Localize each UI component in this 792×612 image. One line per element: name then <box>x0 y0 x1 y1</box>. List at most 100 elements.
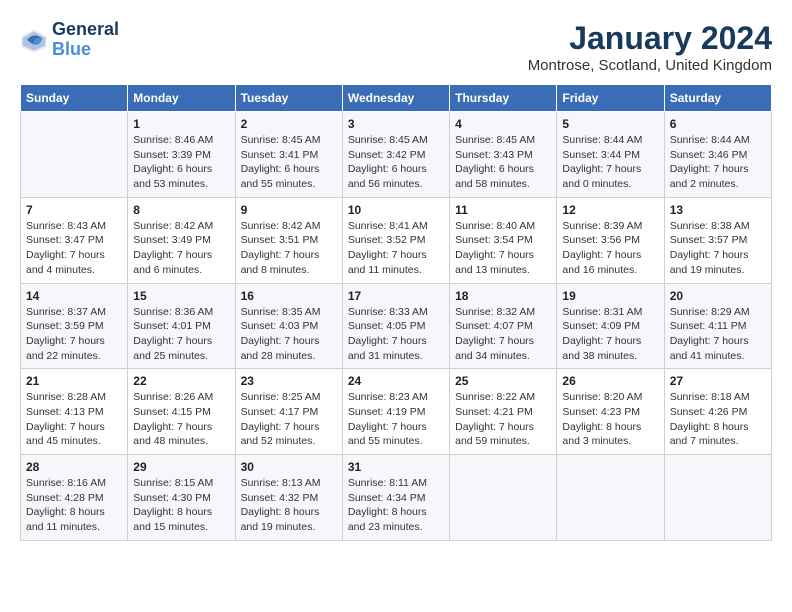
cell-text: Sunrise: 8:29 AMSunset: 4:11 PMDaylight:… <box>670 306 750 362</box>
calendar-cell: 15 Sunrise: 8:36 AMSunset: 4:01 PMDayligh… <box>128 283 235 369</box>
day-number: 31 <box>348 460 444 474</box>
cell-text: Sunrise: 8:13 AMSunset: 4:32 PMDaylight:… <box>241 477 321 533</box>
day-number: 22 <box>133 374 229 388</box>
logo: General Blue <box>20 20 119 60</box>
cell-text: Sunrise: 8:38 AMSunset: 3:57 PMDaylight:… <box>670 220 750 276</box>
location: Montrose, Scotland, United Kingdom <box>528 57 772 74</box>
day-number: 24 <box>348 374 444 388</box>
cell-text: Sunrise: 8:15 AMSunset: 4:30 PMDaylight:… <box>133 477 213 533</box>
cell-text: Sunrise: 8:46 AMSunset: 3:39 PMDaylight:… <box>133 134 213 190</box>
cell-text: Sunrise: 8:28 AMSunset: 4:13 PMDaylight:… <box>26 391 106 447</box>
day-number: 4 <box>455 117 551 131</box>
calendar-cell: 5Sunrise: 8:44 AMSunset: 3:44 PMDaylight… <box>557 112 664 198</box>
weekday-header-saturday: Saturday <box>664 85 771 112</box>
cell-text: Sunrise: 8:40 AMSunset: 3:54 PMDaylight:… <box>455 220 535 276</box>
calendar-cell: 26 Sunrise: 8:20 AMSunset: 4:23 PMDayligh… <box>557 369 664 455</box>
weekday-header-sunday: Sunday <box>21 85 128 112</box>
cell-text: Sunrise: 8:20 AMSunset: 4:23 PMDaylight:… <box>562 391 642 447</box>
calendar-cell: 17 Sunrise: 8:33 AMSunset: 4:05 PMDayligh… <box>342 283 449 369</box>
weekday-header-row: SundayMondayTuesdayWednesdayThursdayFrid… <box>21 85 772 112</box>
calendar-cell: 27 Sunrise: 8:18 AMSunset: 4:26 PMDayligh… <box>664 369 771 455</box>
cell-text: Sunrise: 8:33 AMSunset: 4:05 PMDaylight:… <box>348 306 428 362</box>
day-number: 10 <box>348 203 444 217</box>
day-number: 20 <box>670 289 766 303</box>
day-number: 25 <box>455 374 551 388</box>
calendar-cell: 31 Sunrise: 8:11 AMSunset: 4:34 PMDayligh… <box>342 455 449 541</box>
calendar-cell: 1 Sunrise: 8:46 AMSunset: 3:39 PMDaylight… <box>128 112 235 198</box>
day-number: 2 <box>241 117 337 131</box>
week-row-5: 28Sunrise: 8:16 AMSunset: 4:28 PMDayligh… <box>21 455 772 541</box>
week-row-4: 21 Sunrise: 8:28 AMSunset: 4:13 PMDayligh… <box>21 369 772 455</box>
cell-text: Sunrise: 8:31 AMSunset: 4:09 PMDaylight:… <box>562 306 642 362</box>
calendar-cell: 30Sunrise: 8:13 AMSunset: 4:32 PMDayligh… <box>235 455 342 541</box>
day-number: 8 <box>133 203 229 217</box>
weekday-header-monday: Monday <box>128 85 235 112</box>
calendar-cell: 11 Sunrise: 8:40 AMSunset: 3:54 PMDayligh… <box>450 197 557 283</box>
day-number: 21 <box>26 374 122 388</box>
calendar-table: SundayMondayTuesdayWednesdayThursdayFrid… <box>20 84 772 541</box>
weekday-header-wednesday: Wednesday <box>342 85 449 112</box>
cell-text: Sunrise: 8:42 AMSunset: 3:51 PMDaylight:… <box>241 220 321 276</box>
cell-text: Sunrise: 8:42 AMSunset: 3:49 PMDaylight:… <box>133 220 213 276</box>
calendar-cell: 16 Sunrise: 8:35 AMSunset: 4:03 PMDayligh… <box>235 283 342 369</box>
calendar-cell: 9 Sunrise: 8:42 AMSunset: 3:51 PMDaylight… <box>235 197 342 283</box>
calendar-cell: 7 Sunrise: 8:43 AMSunset: 3:47 PMDaylight… <box>21 197 128 283</box>
calendar-cell: 8 Sunrise: 8:42 AMSunset: 3:49 PMDaylight… <box>128 197 235 283</box>
calendar-cell: 18Sunrise: 8:32 AMSunset: 4:07 PMDayligh… <box>450 283 557 369</box>
week-row-3: 14 Sunrise: 8:37 AMSunset: 3:59 PMDayligh… <box>21 283 772 369</box>
logo-text: General Blue <box>52 20 119 60</box>
day-number: 7 <box>26 203 122 217</box>
day-number: 19 <box>562 289 658 303</box>
day-number: 17 <box>348 289 444 303</box>
cell-text: Sunrise: 8:37 AMSunset: 3:59 PMDaylight:… <box>26 306 106 362</box>
cell-text: Sunrise: 8:41 AMSunset: 3:52 PMDaylight:… <box>348 220 428 276</box>
day-number: 5 <box>562 117 658 131</box>
calendar-cell: 24 Sunrise: 8:23 AMSunset: 4:19 PMDayligh… <box>342 369 449 455</box>
cell-text: Sunrise: 8:22 AMSunset: 4:21 PMDaylight:… <box>455 391 535 447</box>
day-number: 9 <box>241 203 337 217</box>
day-number: 11 <box>455 203 551 217</box>
day-number: 27 <box>670 374 766 388</box>
calendar-cell: 29 Sunrise: 8:15 AMSunset: 4:30 PMDayligh… <box>128 455 235 541</box>
calendar-cell <box>557 455 664 541</box>
calendar-cell: 10 Sunrise: 8:41 AMSunset: 3:52 PMDayligh… <box>342 197 449 283</box>
day-number: 18 <box>455 289 551 303</box>
weekday-header-tuesday: Tuesday <box>235 85 342 112</box>
day-number: 6 <box>670 117 766 131</box>
calendar-cell <box>664 455 771 541</box>
weekday-header-thursday: Thursday <box>450 85 557 112</box>
day-number: 12 <box>562 203 658 217</box>
day-number: 15 <box>133 289 229 303</box>
cell-text: Sunrise: 8:23 AMSunset: 4:19 PMDaylight:… <box>348 391 428 447</box>
cell-text: Sunrise: 8:45 AMSunset: 3:42 PMDaylight:… <box>348 134 428 190</box>
page-header: General Blue January 2024 Montrose, Scot… <box>20 20 772 74</box>
day-number: 13 <box>670 203 766 217</box>
cell-text: Sunrise: 8:16 AMSunset: 4:28 PMDaylight:… <box>26 477 106 533</box>
cell-text: Sunrise: 8:36 AMSunset: 4:01 PMDaylight:… <box>133 306 213 362</box>
calendar-cell: 21 Sunrise: 8:28 AMSunset: 4:13 PMDayligh… <box>21 369 128 455</box>
cell-text: Sunrise: 8:35 AMSunset: 4:03 PMDaylight:… <box>241 306 321 362</box>
day-number: 26 <box>562 374 658 388</box>
cell-text: Sunrise: 8:43 AMSunset: 3:47 PMDaylight:… <box>26 220 106 276</box>
title-block: January 2024 Montrose, Scotland, United … <box>528 20 772 74</box>
day-number: 16 <box>241 289 337 303</box>
calendar-cell: 19 Sunrise: 8:31 AMSunset: 4:09 PMDayligh… <box>557 283 664 369</box>
cell-text: Sunrise: 8:45 AMSunset: 3:43 PMDaylight:… <box>455 134 535 190</box>
day-number: 1 <box>133 117 229 131</box>
cell-text: Sunrise: 8:11 AMSunset: 4:34 PMDaylight:… <box>348 477 427 533</box>
calendar-cell: 25 Sunrise: 8:22 AMSunset: 4:21 PMDayligh… <box>450 369 557 455</box>
cell-text: Sunrise: 8:45 AMSunset: 3:41 PMDaylight:… <box>241 134 321 190</box>
cell-text: Sunrise: 8:18 AMSunset: 4:26 PMDaylight:… <box>670 391 750 447</box>
day-number: 29 <box>133 460 229 474</box>
week-row-2: 7 Sunrise: 8:43 AMSunset: 3:47 PMDaylight… <box>21 197 772 283</box>
calendar-cell: 23Sunrise: 8:25 AMSunset: 4:17 PMDayligh… <box>235 369 342 455</box>
month-title: January 2024 <box>528 20 772 57</box>
logo-icon <box>20 26 48 54</box>
cell-text: Sunrise: 8:26 AMSunset: 4:15 PMDaylight:… <box>133 391 213 447</box>
day-number: 14 <box>26 289 122 303</box>
day-number: 3 <box>348 117 444 131</box>
calendar-cell <box>450 455 557 541</box>
calendar-cell: 6Sunrise: 8:44 AMSunset: 3:46 PMDaylight… <box>664 112 771 198</box>
calendar-cell: 20 Sunrise: 8:29 AMSunset: 4:11 PMDayligh… <box>664 283 771 369</box>
cell-text: Sunrise: 8:25 AMSunset: 4:17 PMDaylight:… <box>241 391 321 447</box>
